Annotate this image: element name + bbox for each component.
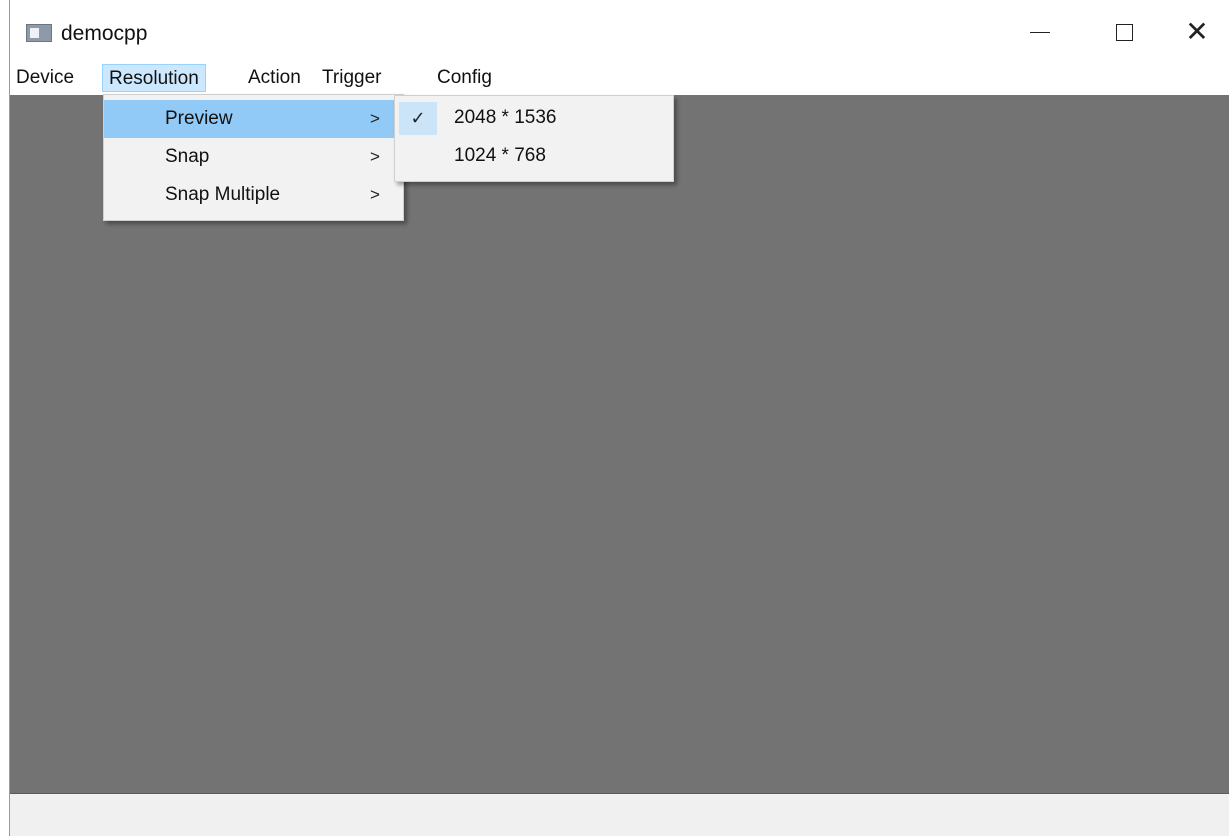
- menu-action[interactable]: Action: [242, 64, 307, 92]
- app-window: democpp ✕ Device Resolution Action Trigg…: [0, 0, 1229, 836]
- app-window-icon: [26, 24, 52, 42]
- menu-item-snap[interactable]: Snap >: [104, 138, 403, 176]
- preview-submenu: ✓ 2048 * 1536 1024 * 768: [394, 95, 674, 182]
- checkmark-icon: ✓: [410, 108, 426, 129]
- resolution-option-1024[interactable]: 1024 * 768: [395, 137, 673, 175]
- close-icon: ✕: [1185, 15, 1209, 48]
- menu-item-label: Snap: [165, 146, 210, 167]
- submenu-arrow-icon: >: [370, 185, 380, 204]
- menu-item-preview[interactable]: Preview >: [104, 100, 403, 138]
- checkmark-cell: ✓: [399, 102, 437, 135]
- submenu-arrow-icon: >: [370, 109, 380, 128]
- menu-resolution[interactable]: Resolution: [102, 64, 206, 92]
- maximize-icon: [1115, 23, 1133, 41]
- resolution-option-label: 2048 * 1536: [454, 107, 557, 128]
- resolution-dropdown: Preview > Snap > Snap Multiple >: [103, 94, 404, 221]
- menu-item-label: Snap Multiple: [165, 184, 281, 205]
- resolution-option-2048[interactable]: ✓ 2048 * 1536: [395, 99, 673, 137]
- menu-item-snap-multiple[interactable]: Snap Multiple >: [104, 176, 403, 214]
- minimize-button[interactable]: [1018, 10, 1062, 54]
- menu-device[interactable]: Device: [10, 64, 80, 92]
- window-title: democpp: [61, 22, 148, 45]
- status-bar: [10, 794, 1229, 836]
- minimize-icon: [1030, 31, 1050, 33]
- menu-config[interactable]: Config: [431, 64, 498, 92]
- menu-trigger[interactable]: Trigger: [316, 64, 387, 92]
- resolution-option-label: 1024 * 768: [454, 145, 546, 166]
- title-bar[interactable]: democpp ✕: [10, 0, 1229, 64]
- maximize-button[interactable]: [1102, 10, 1146, 54]
- menu-bar: Device Resolution Action Trigger Config: [10, 62, 1229, 94]
- submenu-arrow-icon: >: [370, 147, 380, 166]
- close-button[interactable]: ✕: [1175, 10, 1219, 54]
- menu-item-label: Preview: [165, 108, 233, 129]
